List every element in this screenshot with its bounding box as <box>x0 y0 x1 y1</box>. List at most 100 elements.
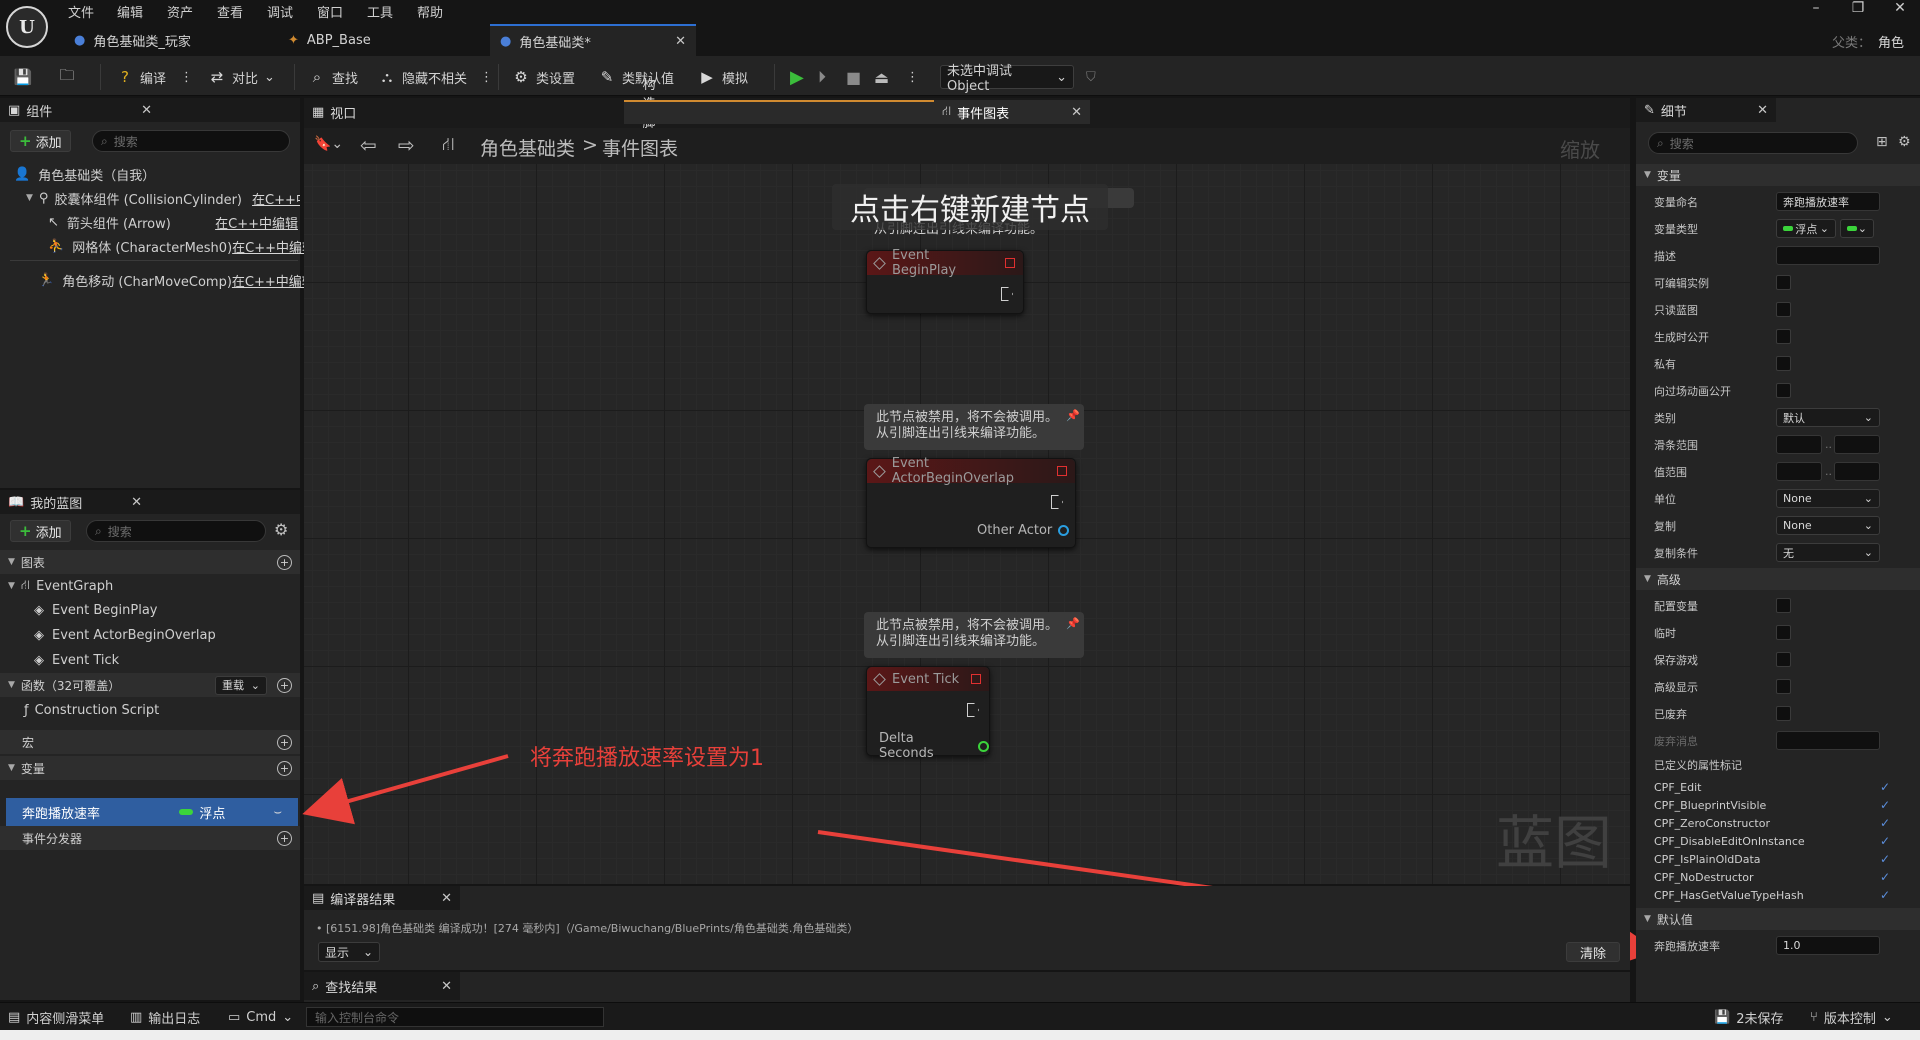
checkbox[interactable] <box>1776 679 1791 694</box>
prop-label: 复制条件 <box>1654 546 1698 560</box>
check-icon[interactable]: ✓ <box>1880 834 1890 848</box>
range-max-field[interactable] <box>1834 435 1880 454</box>
advanced-properties: 配置变量 临时 保存游戏 高级显示 已废弃 <box>1654 592 1916 727</box>
details-search-input[interactable]: ⌕ 搜索 <box>1648 132 1858 154</box>
chevron-down-icon: ⌄ <box>1819 222 1829 235</box>
annotation-arrow-left <box>302 754 509 825</box>
text-field[interactable] <box>1776 246 1880 265</box>
cmd-dropdown[interactable]: ▭ Cmd ⌄ <box>228 1007 293 1027</box>
prop-label: 变量类型 <box>1654 222 1698 236</box>
property-row: 类别 默认 ⌄ <box>1654 404 1916 431</box>
collapse-triangle-icon: ▼ <box>1644 914 1651 924</box>
check-icon[interactable]: ✓ <box>1880 798 1890 812</box>
compiler-results-tab[interactable]: ▤ 编译器结果 ✕ <box>304 886 460 910</box>
text-field[interactable]: 奔跑播放速率 <box>1776 192 1880 211</box>
console-command-input[interactable]: 输入控制台命令 <box>306 1007 604 1027</box>
property-row: 值范围.. <box>1654 458 1916 485</box>
flag-label: CPF_HasGetValueTypeHash <box>1654 888 1804 902</box>
clear-label: 清除 <box>1579 946 1606 962</box>
chevron-down-icon: ⌄ <box>1857 222 1867 235</box>
content-drawer-label: 内容侧滑菜单 <box>26 1011 105 1027</box>
checkbox[interactable] <box>1776 383 1791 398</box>
float-type-icon <box>1783 226 1793 231</box>
check-icon[interactable]: ✓ <box>1880 870 1890 884</box>
default-value-field[interactable]: 1.0 <box>1776 936 1880 955</box>
unsaved-label: 2未保存 <box>1736 1011 1784 1027</box>
range-max-field[interactable] <box>1834 462 1880 481</box>
checkbox[interactable] <box>1776 329 1791 344</box>
clear-button[interactable]: 清除 <box>1566 942 1620 962</box>
checkbox[interactable] <box>1776 706 1791 721</box>
prop-label: 可编辑实例 <box>1654 276 1709 290</box>
console-placeholder: 输入控制台命令 <box>315 1010 400 1025</box>
deprecation-message-field[interactable] <box>1776 731 1880 750</box>
property-flag-row: CPF_IsPlainOldData ✓ <box>1654 850 1916 868</box>
chevron-down-icon: ⌄ <box>1881 1009 1893 1025</box>
chevron-down-icon: ⌄ <box>1863 411 1873 424</box>
collapse-triangle-icon: ▼ <box>1644 574 1651 584</box>
property-row: 复制条件 无 ⌄ <box>1654 539 1916 566</box>
advanced-section[interactable]: ▼ 高级 <box>1636 568 1920 590</box>
details-panel: ✎ 细节 ✕ ⌕ 搜索 ⊞ ⚙ ▼ 变量 变量命名 奔跑播放速率 变量类型 浮点 ⌄ ⌄ 描述 可编辑… <box>1636 98 1920 1002</box>
log-icon: ▤ <box>312 890 325 906</box>
section-label: 高级 <box>1656 572 1681 587</box>
property-row: 生成时公开 <box>1654 323 1916 350</box>
range-min-field[interactable] <box>1776 435 1822 454</box>
check-icon[interactable]: ✓ <box>1880 780 1890 794</box>
content-drawer-button[interactable]: ▤ 内容侧滑菜单 <box>8 1007 104 1027</box>
show-filter-dropdown[interactable]: 显示 ⌄ <box>318 942 380 962</box>
property-row: 描述 <box>1654 242 1916 269</box>
close-icon[interactable]: ✕ <box>1757 103 1768 118</box>
check-icon[interactable]: ✓ <box>1880 816 1890 830</box>
dropdown-value: None <box>1783 519 1812 532</box>
compiler-log-line: • [6151.98]角色基础类 编译成功！[274 毫秒内]（/Game/Bi… <box>316 922 859 934</box>
search-icon: ⌕ <box>312 978 320 994</box>
dropdown-value: 默认 <box>1783 411 1805 425</box>
property-flag-row: CPF_HasGetValueTypeHash ✓ <box>1654 886 1916 904</box>
section-label: 变量 <box>1656 168 1681 183</box>
property-row: 变量类型 浮点 ⌄ ⌄ <box>1654 215 1916 242</box>
checkbox[interactable] <box>1776 302 1791 317</box>
advanced-property-row: 已废弃 <box>1654 700 1916 727</box>
property-flag-row: CPF_DisableEditOnInstance ✓ <box>1654 832 1916 850</box>
annotation-overlay <box>302 754 1658 969</box>
output-log-label: 输出日志 <box>148 1011 201 1027</box>
grid-view-icon[interactable]: ⊞ <box>1876 134 1888 150</box>
annotation-text: 将奔跑播放速率设置为1 <box>530 746 764 771</box>
close-icon[interactable]: ✕ <box>441 979 452 994</box>
details-tab[interactable]: ✎ 细节 ✕ <box>1636 98 1776 122</box>
tab-label: 查找结果 <box>325 980 378 996</box>
output-log-button[interactable]: ▥ 输出日志 <box>130 1007 200 1027</box>
variable-section[interactable]: ▼ 变量 <box>1636 164 1920 186</box>
checkbox[interactable] <box>1776 598 1791 613</box>
prop-label: 类别 <box>1654 411 1676 425</box>
close-icon[interactable]: ✕ <box>441 891 452 906</box>
checkbox[interactable] <box>1776 652 1791 667</box>
source-control-label: 版本控制 <box>1823 1011 1876 1027</box>
unsaved-button[interactable]: 💾 2未保存 <box>1714 1007 1783 1027</box>
variable-type-dropdown[interactable]: 浮点 ⌄ <box>1776 219 1836 238</box>
tab-label: 编译器结果 <box>330 892 396 908</box>
dropdown[interactable]: 默认 ⌄ <box>1776 408 1880 427</box>
find-results-tab[interactable]: ⌕ 查找结果 ✕ <box>304 972 460 1000</box>
chevron-down-icon: ⌄ <box>1863 519 1873 532</box>
prop-label: 奔跑播放速率 <box>1654 939 1720 953</box>
check-icon[interactable]: ✓ <box>1880 888 1890 902</box>
flag-label: CPF_ZeroConstructor <box>1654 816 1770 830</box>
checkbox[interactable] <box>1776 275 1791 290</box>
check-icon[interactable]: ✓ <box>1880 852 1890 866</box>
property-flag-row: CPF_Edit ✓ <box>1654 778 1916 796</box>
prop-label: 配置变量 <box>1654 599 1698 613</box>
prop-label: 复制 <box>1654 519 1676 533</box>
dropdown[interactable]: None ⌄ <box>1776 516 1880 535</box>
range-min-field[interactable] <box>1776 462 1822 481</box>
dropdown[interactable]: None ⌄ <box>1776 489 1880 508</box>
default-value-section[interactable]: ▼ 默认值 <box>1636 908 1920 930</box>
gear-icon[interactable]: ⚙ <box>1898 134 1911 150</box>
container-type-dropdown[interactable]: ⌄ <box>1840 219 1874 238</box>
dropdown[interactable]: 无 ⌄ <box>1776 543 1880 562</box>
checkbox[interactable] <box>1776 625 1791 640</box>
prop-label: 高级显示 <box>1654 680 1698 694</box>
checkbox[interactable] <box>1776 356 1791 371</box>
source-control-button[interactable]: ⑂ 版本控制 ⌄ <box>1810 1007 1893 1027</box>
